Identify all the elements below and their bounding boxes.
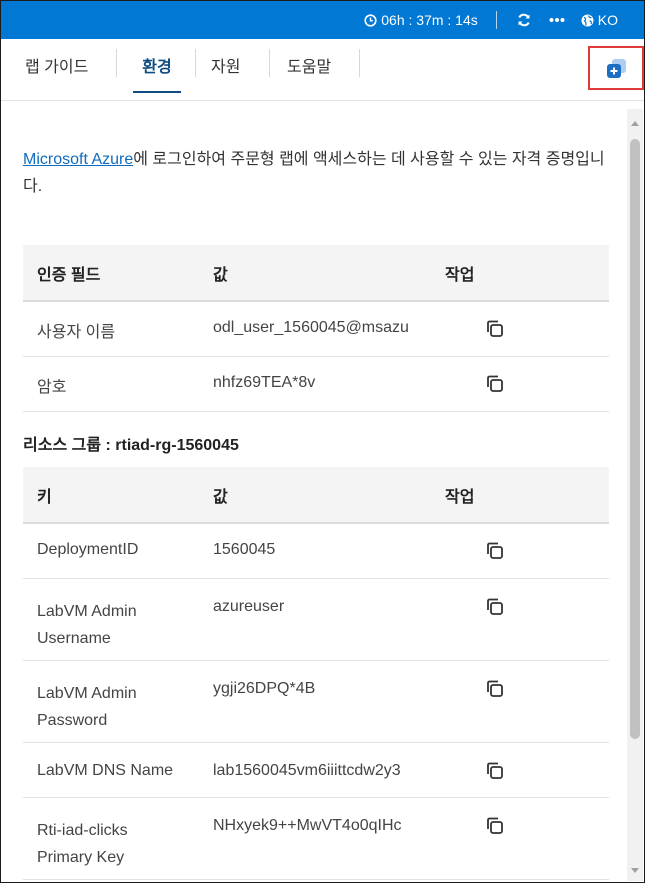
copy-icon[interactable]	[485, 597, 505, 617]
more-button[interactable]	[549, 17, 565, 23]
tab-resources[interactable]: 자원	[211, 53, 251, 93]
tab-divider	[359, 49, 360, 77]
row-key: LabVM Admin Username	[23, 578, 199, 661]
header-action: 작업	[431, 467, 609, 524]
table-row: 사용자 이름 odl_user_1560045@msazu	[23, 301, 609, 357]
scroll-up-arrow-icon[interactable]	[629, 117, 641, 129]
split-window-button[interactable]	[606, 58, 628, 80]
value-cell: azureuser	[199, 578, 431, 661]
table-row: 암호 nhfz69TEA*8v	[23, 356, 609, 412]
refresh-icon	[517, 13, 531, 27]
row-field: 암호	[23, 356, 199, 412]
table-header-row: 인증 필드 값 작업	[23, 245, 609, 302]
row-key: Rti-iad-clicks Primary Key	[23, 797, 199, 880]
intro-text: Microsoft Azure에 로그인하여 주문형 랩에 액세스하는 데 사용…	[23, 146, 613, 200]
tab-label: 도움말	[287, 59, 332, 76]
copy-icon[interactable]	[485, 319, 505, 339]
row-value: 1560045	[213, 541, 276, 558]
refresh-button[interactable]	[517, 13, 531, 27]
resource-group-title: 리소스 그룹 : rtiad-rg-1560045	[23, 437, 239, 454]
app-frame: 06h : 37m : 14s KO 랩 가이드 환경 자원 도움말 Micro…	[0, 0, 645, 883]
tab-environment[interactable]: 환경	[133, 53, 181, 93]
table-row: LabVM Admin Password ygji26DPQ*4B	[23, 660, 609, 743]
resource-group-table: 키 값 작업 DeploymentID 1560045 LabVM Admin …	[23, 467, 609, 880]
header-value: 값	[199, 467, 431, 524]
action-cell	[431, 301, 609, 357]
copy-icon[interactable]	[485, 816, 505, 836]
row-key: DeploymentID	[23, 523, 199, 579]
timer-text: 06h : 37m : 14s	[381, 12, 478, 28]
row-value: nhfz69TEA*8v	[213, 373, 316, 391]
azure-link[interactable]: Microsoft Azure	[23, 151, 133, 168]
table-header-row: 키 값 작업	[23, 467, 609, 524]
scroll-down-arrow-icon[interactable]	[629, 863, 641, 875]
action-cell	[431, 660, 609, 743]
row-key: LabVM Admin Password	[23, 660, 199, 743]
row-value: azureuser	[213, 597, 285, 615]
value-cell: nhfz69TEA*8v	[199, 356, 431, 412]
tab-label: 환경	[142, 59, 172, 76]
tab-bar: 랩 가이드 환경 자원 도움말	[1, 39, 644, 101]
header-value: 값	[199, 245, 431, 302]
table-row: Rti-iad-clicks Primary Key NHxyek9++MwVT…	[23, 797, 609, 880]
copy-icon[interactable]	[485, 541, 505, 561]
clock-icon	[364, 13, 377, 27]
tab-help[interactable]: 도움말	[287, 53, 343, 93]
tab-lab-guide[interactable]: 랩 가이드	[25, 53, 101, 93]
tab-label: 자원	[211, 59, 241, 76]
header-action: 작업	[431, 245, 609, 302]
language-selector[interactable]: KO	[581, 12, 618, 28]
copy-icon[interactable]	[485, 679, 505, 699]
header-field: 인증 필드	[23, 245, 199, 302]
action-cell	[431, 356, 609, 412]
more-icon	[549, 17, 565, 23]
table-row: DeploymentID 1560045	[23, 523, 609, 579]
tab-divider	[116, 49, 117, 77]
credentials-table: 인증 필드 값 작업 사용자 이름 odl_user_1560045@msazu…	[23, 245, 609, 412]
active-tab-indicator	[133, 91, 181, 93]
split-window-icon	[607, 59, 626, 78]
table-row: LabVM DNS Name lab1560045vm6iiittcdw2y3	[23, 742, 609, 798]
topbar-divider	[495, 11, 497, 29]
value-cell: 1560045	[199, 523, 431, 579]
copy-icon[interactable]	[485, 761, 505, 781]
action-cell	[431, 742, 609, 798]
value-cell: odl_user_1560045@msazu	[199, 301, 431, 357]
globe-icon	[581, 14, 594, 27]
language-label: KO	[597, 12, 618, 28]
timer: 06h : 37m : 14s	[364, 12, 478, 28]
table-row: LabVM Admin Username azureuser	[23, 578, 609, 661]
action-cell	[431, 578, 609, 661]
tab-divider	[195, 49, 196, 77]
action-cell	[431, 523, 609, 579]
value-cell: lab1560045vm6iiittcdw2y3	[199, 742, 431, 798]
row-field: 사용자 이름	[23, 301, 199, 357]
header-key: 키	[23, 467, 199, 524]
copy-icon[interactable]	[485, 374, 505, 394]
tab-divider	[269, 49, 270, 77]
row-value: odl_user_1560045@msazu	[213, 319, 409, 336]
row-value: NHxyek9++MwVT4o0qIHc	[213, 816, 402, 834]
action-cell	[431, 797, 609, 880]
tab-label: 랩 가이드	[25, 59, 89, 76]
scrollbar-thumb[interactable]	[630, 139, 640, 739]
top-bar: 06h : 37m : 14s KO	[1, 1, 644, 39]
row-value: lab1560045vm6iiittcdw2y3	[213, 761, 401, 779]
row-value: ygji26DPQ*4B	[213, 679, 316, 697]
value-cell: NHxyek9++MwVT4o0qIHc	[199, 797, 431, 880]
value-cell: ygji26DPQ*4B	[199, 660, 431, 743]
row-key: LabVM DNS Name	[23, 742, 199, 798]
